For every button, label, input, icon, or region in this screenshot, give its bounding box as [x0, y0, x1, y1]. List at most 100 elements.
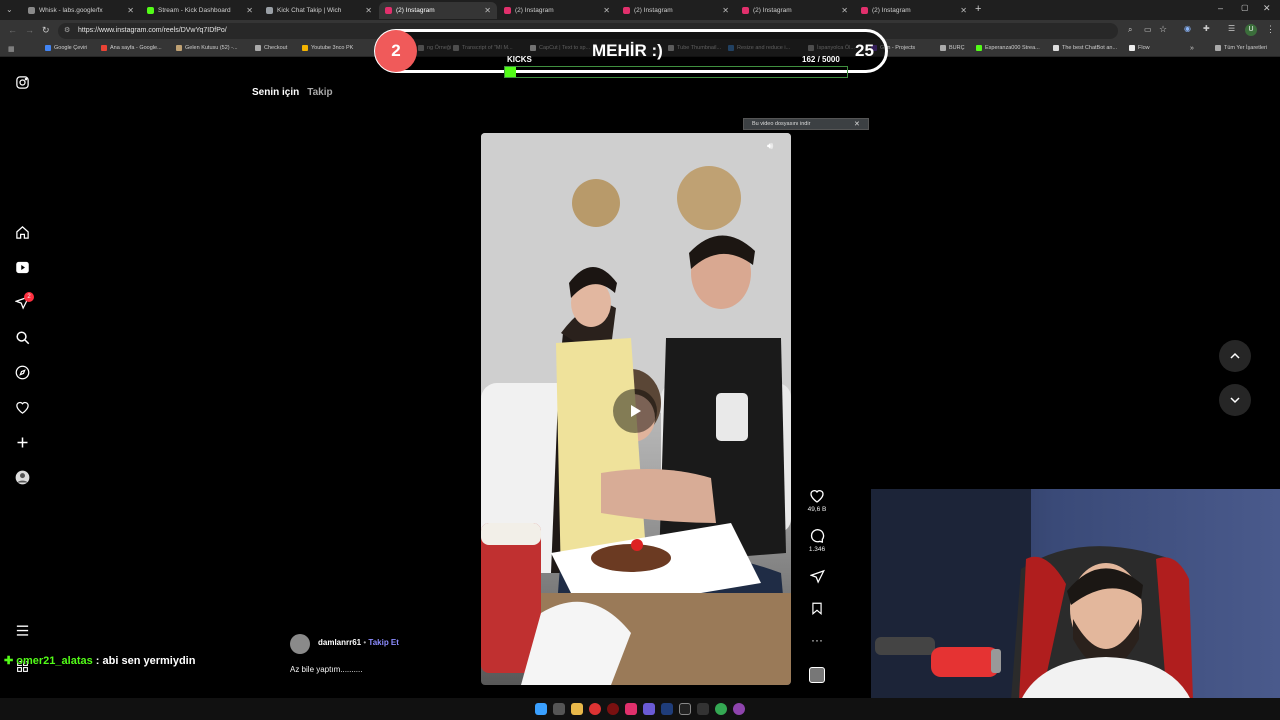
url-text: https://www.instagram.com/reels/DVwYq7ID… [78, 27, 227, 34]
tab-close-icon[interactable]: ✕ [722, 6, 729, 15]
reels-icon[interactable] [14, 259, 31, 276]
more-bookmarks-icon[interactable]: » [1190, 45, 1194, 52]
browser-tab[interactable]: (2) Instagram ✕ [617, 2, 735, 19]
cast-icon[interactable]: ▭ [1144, 25, 1152, 34]
obs-icon[interactable] [733, 703, 745, 715]
explore-compass-icon[interactable] [14, 364, 31, 381]
notifications-heart-icon[interactable] [14, 399, 31, 416]
bookmark-label: Google Çeviri [54, 45, 88, 51]
browser-tab[interactable]: (2) Instagram ✕ [736, 2, 854, 19]
browser-menu-icon[interactable]: ⋮ [1266, 24, 1275, 35]
back-icon[interactable]: ← [8, 25, 17, 35]
right-count: 25 [855, 41, 874, 60]
tab-favicon-icon [742, 7, 749, 14]
search-icon[interactable] [14, 329, 31, 346]
tab-close-icon[interactable]: ✕ [841, 6, 848, 15]
site-info-icon[interactable]: ⚙ [64, 26, 70, 34]
browser-tab[interactable]: Stream - Kick Dashboard ✕ [141, 2, 259, 19]
instagram-app-icon[interactable] [625, 703, 637, 715]
tab-close-icon[interactable]: ✕ [960, 6, 967, 15]
close-window-button[interactable]: ✕ [1263, 3, 1271, 14]
bookmark-item[interactable]: Google Çeviri [45, 45, 87, 51]
bookmark-item[interactable]: Ana sayfa - Google... [101, 45, 162, 51]
bookmark-favicon-icon [176, 45, 182, 51]
extension-icon[interactable]: ◉ [1184, 24, 1191, 33]
tab-favicon-icon [147, 7, 154, 14]
banner-close-icon[interactable]: ✕ [854, 120, 860, 128]
tab-title: (2) Instagram [396, 7, 435, 14]
bookmark-item[interactable]: Gelen Kutusu (52) -... [176, 45, 238, 51]
browser-tab[interactable]: (2) Instagram ✕ [379, 2, 497, 19]
bookmark-item[interactable]: Flow [1129, 45, 1150, 51]
tab-title: (2) Instagram [753, 7, 792, 14]
task-view-icon[interactable] [553, 703, 565, 715]
mute-speaker-icon[interactable]: 🔊︎ [767, 141, 773, 152]
zoom-icon[interactable]: ⌕ [1128, 25, 1132, 35]
bookmark-favicon-icon [1129, 45, 1135, 51]
extensions-puzzle-icon[interactable]: ✚ [1203, 24, 1210, 33]
bookmark-item[interactable]: BURÇ [940, 45, 965, 51]
bookmark-item[interactable]: Youtube 3nco PK [302, 45, 353, 51]
windows-start-icon[interactable] [535, 703, 547, 715]
like-action[interactable]: 49,6 B [800, 488, 834, 513]
profile-icon[interactable] [14, 469, 31, 486]
tab-close-icon[interactable]: ✕ [484, 6, 491, 15]
audio-thumbnail[interactable] [809, 667, 825, 683]
photoshop-icon[interactable] [661, 703, 673, 715]
discord-icon[interactable] [643, 703, 655, 715]
tab-favicon-icon [861, 7, 868, 14]
browser-tab[interactable]: (2) Instagram ✕ [498, 2, 616, 19]
capcut-icon[interactable] [697, 703, 709, 715]
tab-close-icon[interactable]: ✕ [365, 6, 372, 15]
create-plus-icon[interactable] [14, 434, 31, 451]
tab-close-icon[interactable]: ✕ [246, 6, 253, 15]
browser-tab[interactable]: (2) Instagram ✕ [855, 2, 973, 19]
comment-action[interactable]: 1.346 [800, 528, 834, 553]
all-bookmarks-folder[interactable]: Tüm Yer İşaretleri [1215, 45, 1267, 51]
author-avatar[interactable] [290, 634, 310, 654]
bookmark-star-icon[interactable]: ☆ [1159, 24, 1167, 35]
previous-reel-button[interactable] [1219, 340, 1251, 372]
apps-grid-icon[interactable]: ▦ [8, 45, 15, 53]
play-button[interactable] [613, 389, 657, 433]
instagram-logo-icon[interactable] [14, 74, 31, 91]
browser-tab[interactable]: Whisk - labs.google/fx ✕ [22, 2, 140, 19]
new-tab-button[interactable]: + [975, 3, 981, 15]
folder-icon [1215, 45, 1221, 51]
author-username[interactable]: damlanrr61 [318, 638, 361, 647]
bookmark-item[interactable]: The best ChatBot an... [1053, 45, 1117, 51]
chat-message: ✚ omer21_alatas : abi sen yermiydin [4, 654, 195, 667]
save-action[interactable] [800, 601, 834, 618]
more-options-icon[interactable]: ··· [800, 633, 834, 647]
forward-icon[interactable]: → [25, 25, 34, 35]
tab-title: Kick Chat Takip | Wich [277, 7, 342, 14]
reel-video[interactable]: 🔊︎ [481, 133, 791, 685]
maximize-button[interactable]: ▢ [1241, 3, 1249, 12]
home-icon[interactable] [14, 224, 31, 241]
share-action[interactable] [800, 569, 834, 586]
bookmark-item[interactable]: Checkout [255, 45, 287, 51]
tab-for-you[interactable]: Senin için [252, 87, 299, 98]
next-reel-button[interactable] [1219, 384, 1251, 416]
follow-button[interactable]: Takip Et [368, 638, 399, 647]
browser-tab[interactable]: Kick Chat Takip | Wich ✕ [260, 2, 378, 19]
tab-close-icon[interactable]: ✕ [127, 6, 134, 15]
opera-icon[interactable] [607, 703, 619, 715]
app-icon-red[interactable] [589, 703, 601, 715]
file-explorer-icon[interactable] [571, 703, 583, 715]
bookmark-item[interactable]: Esperanza000 Strea... [976, 45, 1040, 51]
tab-following[interactable]: Takip [307, 87, 332, 98]
left-count-badge: 2 [375, 30, 417, 72]
minimize-button[interactable]: – [1218, 3, 1223, 13]
video-download-banner[interactable]: Bu video dosyasını indir ✕ [743, 118, 869, 130]
profile-avatar[interactable]: U [1245, 24, 1257, 36]
bookmark-favicon-icon [101, 45, 107, 51]
tab-search-icon[interactable]: ⌄ [6, 5, 13, 14]
tab-close-icon[interactable]: ✕ [603, 6, 610, 15]
more-menu-icon[interactable] [14, 622, 31, 639]
save-bookmark-icon [812, 602, 822, 616]
chrome-icon[interactable] [715, 703, 727, 715]
reload-icon[interactable]: ↻ [42, 25, 50, 36]
sidebar-icon[interactable]: ☰ [1228, 24, 1235, 33]
tiktok-icon[interactable] [679, 703, 691, 715]
